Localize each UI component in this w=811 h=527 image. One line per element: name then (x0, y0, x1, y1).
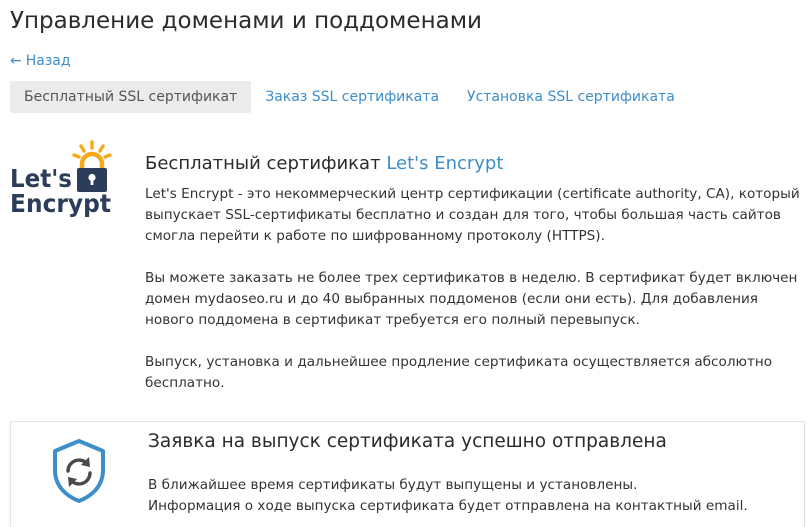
shield-refresh-icon (53, 439, 105, 503)
back-arrow-icon: ← (10, 53, 22, 69)
notice-line: Информация о ходе выпуска сертификата бу… (148, 498, 748, 514)
padlock-sun-icon (72, 140, 112, 192)
success-notice: Заявка на выпуск сертификата успешно отп… (10, 421, 805, 527)
info-title-prefix: Бесплатный сертификат (145, 153, 381, 174)
ssl-tabs: Бесплатный SSL сертификат Заказ SSL серт… (10, 81, 689, 113)
page-title: Управление доменами и поддоменами (10, 8, 482, 34)
lets-encrypt-logo: Let's Encrypt (10, 140, 112, 218)
lets-encrypt-info: Бесплатный сертификат Let's Encrypt Let'… (145, 150, 810, 415)
tab-order-ssl[interactable]: Заказ SSL сертификата (251, 81, 453, 113)
logo-text-encrypt: Encrypt (10, 189, 111, 218)
info-paragraph: Вы можете заказать не более трех сертифи… (145, 270, 798, 328)
back-link[interactable]: ← Назад (10, 51, 71, 71)
lets-encrypt-link[interactable]: Let's Encrypt (386, 153, 503, 174)
notice-title: Заявка на выпуск сертификата успешно отп… (148, 431, 667, 452)
tab-install-ssl[interactable]: Установка SSL сертификата (453, 81, 689, 113)
tab-free-ssl[interactable]: Бесплатный SSL сертификат (10, 81, 252, 113)
info-paragraph: Let's Encrypt - это некоммерческий центр… (145, 186, 800, 244)
info-paragraph: Выпуск, установка и дальнейшее продление… (145, 354, 773, 391)
notice-text: В ближайшее время сертификаты будут выпу… (148, 475, 748, 517)
notice-line: В ближайшее время сертификаты будут выпу… (148, 477, 638, 493)
back-link-label: Назад (25, 53, 71, 69)
info-title: Бесплатный сертификат Let's Encrypt (145, 150, 810, 178)
page: Управление доменами и поддоменами ← Назад… (0, 0, 811, 527)
